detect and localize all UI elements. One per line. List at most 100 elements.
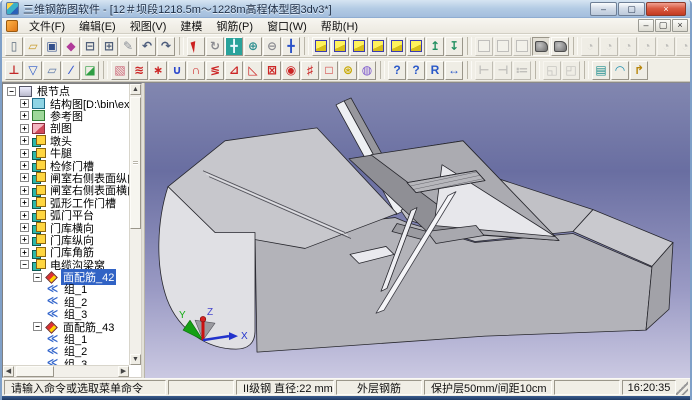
rebar-node-button[interactable]: ⊥ (5, 61, 23, 80)
funnel-button[interactable]: ▽ (24, 61, 42, 80)
menu-item-3[interactable]: 建模 (173, 17, 209, 35)
pan-button[interactable]: ╋ (282, 37, 300, 56)
dim-3-button[interactable]: ≔ (513, 61, 531, 80)
annotate-pencil-button[interactable]: ✎ (119, 37, 137, 56)
sphere-tool-button[interactable]: ◍ (358, 61, 376, 80)
export-button[interactable]: ⊞ (100, 37, 118, 56)
line-tool-button[interactable]: ∕ (62, 61, 80, 80)
menu-item-6[interactable]: 帮助(H) (314, 17, 365, 35)
scroll-up-icon[interactable]: ▲ (130, 84, 141, 95)
menu-item-1[interactable]: 编辑(E) (72, 17, 123, 35)
arch-rebar-button[interactable]: ∩ (187, 61, 205, 80)
cmd-1-button[interactable]: ◱ (543, 61, 561, 80)
select-button[interactable] (187, 37, 205, 56)
wireframe-shaded-button[interactable] (513, 37, 531, 56)
expand-icon[interactable]: + (20, 198, 29, 207)
tree-vertical-scrollbar[interactable]: ▲ ▼ (129, 84, 141, 365)
scrollbar-thumb[interactable] (130, 97, 141, 229)
square-rebar-button[interactable]: □ (320, 61, 338, 80)
scroll-right-icon[interactable]: ▶ (118, 366, 129, 377)
zoom-out-button[interactable]: ⊖ (263, 37, 281, 56)
menu-item-4[interactable]: 钢筋(P) (209, 17, 260, 35)
pour-4-button[interactable]: ◔ (638, 37, 656, 56)
expand-icon[interactable]: + (20, 136, 29, 145)
shaded-edges-button[interactable] (551, 37, 569, 56)
close-button[interactable]: × (646, 2, 686, 16)
pour-6-button[interactable]: ◔ (676, 37, 690, 56)
resize-grip[interactable] (676, 380, 688, 395)
corner-rebar-button[interactable]: ◺ (244, 61, 262, 80)
query-2-button[interactable]: ? (407, 61, 425, 80)
arc-view-button[interactable]: ◠ (611, 61, 629, 80)
u-rebar-button[interactable]: ∪ (168, 61, 186, 80)
rebar-curve-button[interactable]: ≋ (130, 61, 148, 80)
print-button[interactable]: ⊟ (81, 37, 99, 56)
view-manager-button[interactable]: ◆ (62, 37, 80, 56)
mdi-minimize-button[interactable]: – (638, 19, 654, 32)
pour-3-button[interactable]: ◔ (619, 37, 637, 56)
flip-down-button[interactable]: ↧ (445, 37, 463, 56)
zigzag-rebar-button[interactable]: ≶ (206, 61, 224, 80)
expand-icon[interactable]: + (20, 161, 29, 170)
tree-horizontal-scrollbar[interactable]: ◀ ▶ (3, 365, 129, 377)
expand-icon[interactable]: + (20, 186, 29, 195)
mdi-restore-button[interactable]: ▢ (655, 19, 671, 32)
query-r-button[interactable]: R (426, 61, 444, 80)
pour-1-button[interactable]: ◔ (581, 37, 599, 56)
expand-icon[interactable]: + (20, 235, 29, 244)
3d-viewport[interactable]: Y Z X (145, 83, 690, 378)
solid-box-button[interactable]: ▧ (111, 61, 129, 80)
expand-icon[interactable]: + (20, 223, 29, 232)
pour-5-button[interactable]: ◔ (657, 37, 675, 56)
expand-icon[interactable]: + (20, 111, 29, 120)
rebar-radial-button[interactable]: ∗ (149, 61, 167, 80)
expand-icon[interactable]: + (20, 248, 29, 257)
scrollbar-thumb[interactable] (16, 366, 54, 377)
collapse-icon[interactable]: − (33, 273, 42, 282)
fit-view-button[interactable]: ╋ (225, 37, 243, 56)
open-folder-button[interactable]: ▱ (24, 37, 42, 56)
radial-star-button[interactable]: ⊛ (339, 61, 357, 80)
wireframe-button[interactable] (475, 37, 493, 56)
undo-button[interactable]: ↶ (138, 37, 156, 56)
view-right-button[interactable] (388, 37, 406, 56)
maximize-button[interactable]: ▢ (618, 2, 645, 16)
dim-2-button[interactable]: ⊣ (494, 61, 512, 80)
redo-button[interactable]: ↷ (157, 37, 175, 56)
flip-up-button[interactable]: ↥ (426, 37, 444, 56)
pour-2-button[interactable]: ◔ (600, 37, 618, 56)
book-button[interactable]: ▤ (592, 61, 610, 80)
comb-rebar-button[interactable]: ♯ (301, 61, 319, 80)
menu-item-2[interactable]: 视图(V) (123, 17, 174, 35)
mdi-close-button[interactable]: × (672, 19, 688, 32)
hidden-line-button[interactable] (494, 37, 512, 56)
view-back-button[interactable] (350, 37, 368, 56)
collapse-icon[interactable]: − (20, 260, 29, 269)
view-front-button[interactable] (331, 37, 349, 56)
poly-rebar-button[interactable]: ⊿ (225, 61, 243, 80)
expand-icon[interactable]: + (20, 149, 29, 158)
query-1-button[interactable]: ? (388, 61, 406, 80)
expand-icon[interactable]: + (20, 211, 29, 220)
view-iso-button[interactable] (312, 37, 330, 56)
cross-box-button[interactable]: ⊠ (263, 61, 281, 80)
cmd-2-button[interactable]: ◰ (562, 61, 580, 80)
dim-1-button[interactable]: ⊢ (475, 61, 493, 80)
menu-item-0[interactable]: 文件(F) (22, 17, 72, 35)
expand-icon[interactable]: + (20, 173, 29, 182)
scroll-down-icon[interactable]: ▼ (130, 354, 141, 365)
tree-item[interactable]: ≪组_3 (3, 358, 129, 365)
shaded-button[interactable] (532, 37, 550, 56)
collapse-icon[interactable]: − (7, 87, 16, 96)
layer-edit-button[interactable]: ◪ (81, 61, 99, 80)
circle-rebar-button[interactable]: ◉ (282, 61, 300, 80)
rotate-view-button[interactable]: ↻ (206, 37, 224, 56)
measure-button[interactable]: ↔ (445, 61, 463, 80)
expand-icon[interactable]: + (20, 99, 29, 108)
minimize-button[interactable]: – (590, 2, 617, 16)
expand-icon[interactable]: + (20, 124, 29, 133)
menu-item-5[interactable]: 窗口(W) (260, 17, 314, 35)
new-file-button[interactable]: ▯ (5, 37, 23, 56)
view-top-button[interactable] (407, 37, 425, 56)
collapse-icon[interactable]: − (33, 322, 42, 331)
